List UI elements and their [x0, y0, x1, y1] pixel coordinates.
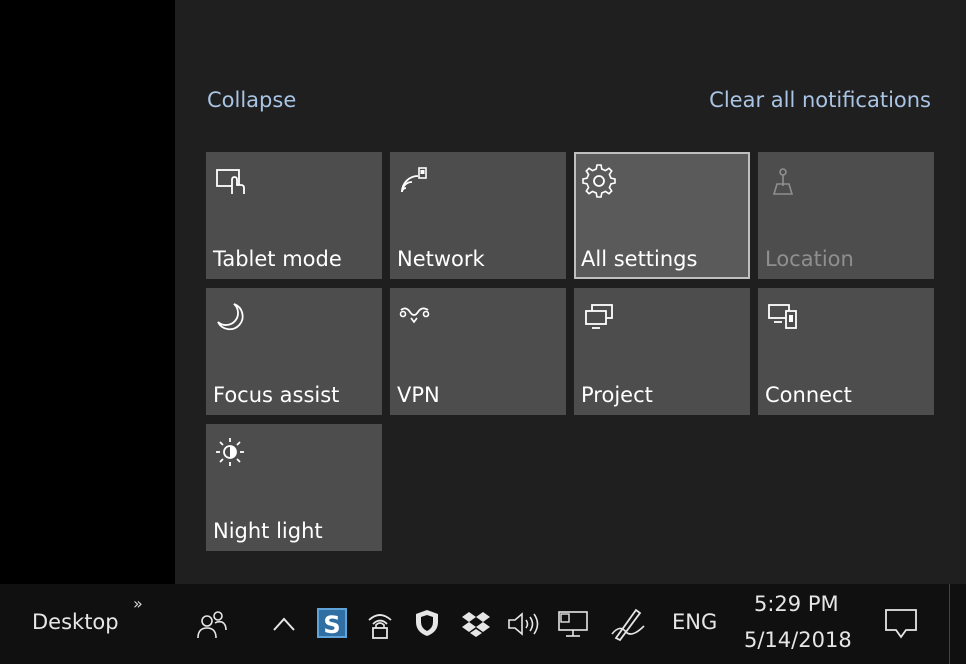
tile-label: Tablet mode: [213, 247, 342, 271]
dropbox-icon[interactable]: [460, 610, 492, 638]
location-icon: [772, 168, 794, 195]
store-app-icon[interactable]: S: [317, 608, 347, 639]
tile-project[interactable]: Project: [574, 288, 750, 415]
tile-label: Location: [765, 247, 854, 271]
tile-location[interactable]: Location: [758, 152, 934, 279]
tile-label: Project: [581, 383, 653, 407]
tile-connect[interactable]: Connect: [758, 288, 934, 415]
action-center-panel: Collapse Clear all notifications Tablet …: [175, 0, 966, 584]
tile-vpn[interactable]: VPN: [390, 288, 566, 415]
vpn-icon: [399, 307, 430, 324]
moon-icon: [217, 303, 244, 331]
desktop-toolbar-label[interactable]: Desktop: [32, 610, 119, 634]
gear-icon: [582, 164, 616, 198]
tile-label: All settings: [581, 247, 698, 271]
show-desktop-divider: [949, 584, 950, 664]
notification-center-icon[interactable]: [882, 606, 920, 642]
volume-icon[interactable]: [506, 610, 542, 638]
tile-night-light[interactable]: Night light: [206, 424, 382, 551]
tile-network[interactable]: Network: [390, 152, 566, 279]
project-icon: [585, 304, 613, 329]
tile-tablet-mode[interactable]: Tablet mode: [206, 152, 382, 279]
desktop-background: [0, 0, 175, 584]
shield-icon[interactable]: [414, 608, 440, 638]
clock-time[interactable]: 5:29 PM: [754, 592, 839, 616]
tile-label: Night light: [213, 519, 323, 543]
tile-label: Focus assist: [213, 383, 340, 407]
clock-date[interactable]: 5/14/2018: [744, 628, 852, 652]
desktop-toolbar-chevron-icon[interactable]: »: [133, 594, 143, 613]
tile-label: Connect: [765, 383, 852, 407]
people-icon[interactable]: [196, 608, 228, 640]
network-ethernet-icon[interactable]: [556, 608, 590, 640]
chevron-up-icon[interactable]: [272, 614, 296, 634]
tablet-mode-icon: [216, 169, 245, 194]
collapse-link[interactable]: Collapse: [207, 88, 296, 112]
taskbar: Desktop » S ENG 5:29 PM 5/14/2018: [0, 584, 966, 664]
tile-label: Network: [397, 247, 485, 271]
connect-icon: [768, 304, 797, 329]
pen-ink-icon[interactable]: [610, 606, 646, 642]
clear-all-notifications-link[interactable]: Clear all notifications: [709, 88, 931, 112]
tile-focus-assist[interactable]: Focus assist: [206, 288, 382, 415]
language-indicator[interactable]: ENG: [672, 610, 717, 634]
network-icon: [401, 167, 427, 193]
tile-all-settings[interactable]: All settings: [574, 152, 750, 279]
tile-label: VPN: [397, 383, 440, 407]
night-light-icon: [216, 438, 244, 466]
wifi-lock-icon[interactable]: [366, 608, 394, 640]
